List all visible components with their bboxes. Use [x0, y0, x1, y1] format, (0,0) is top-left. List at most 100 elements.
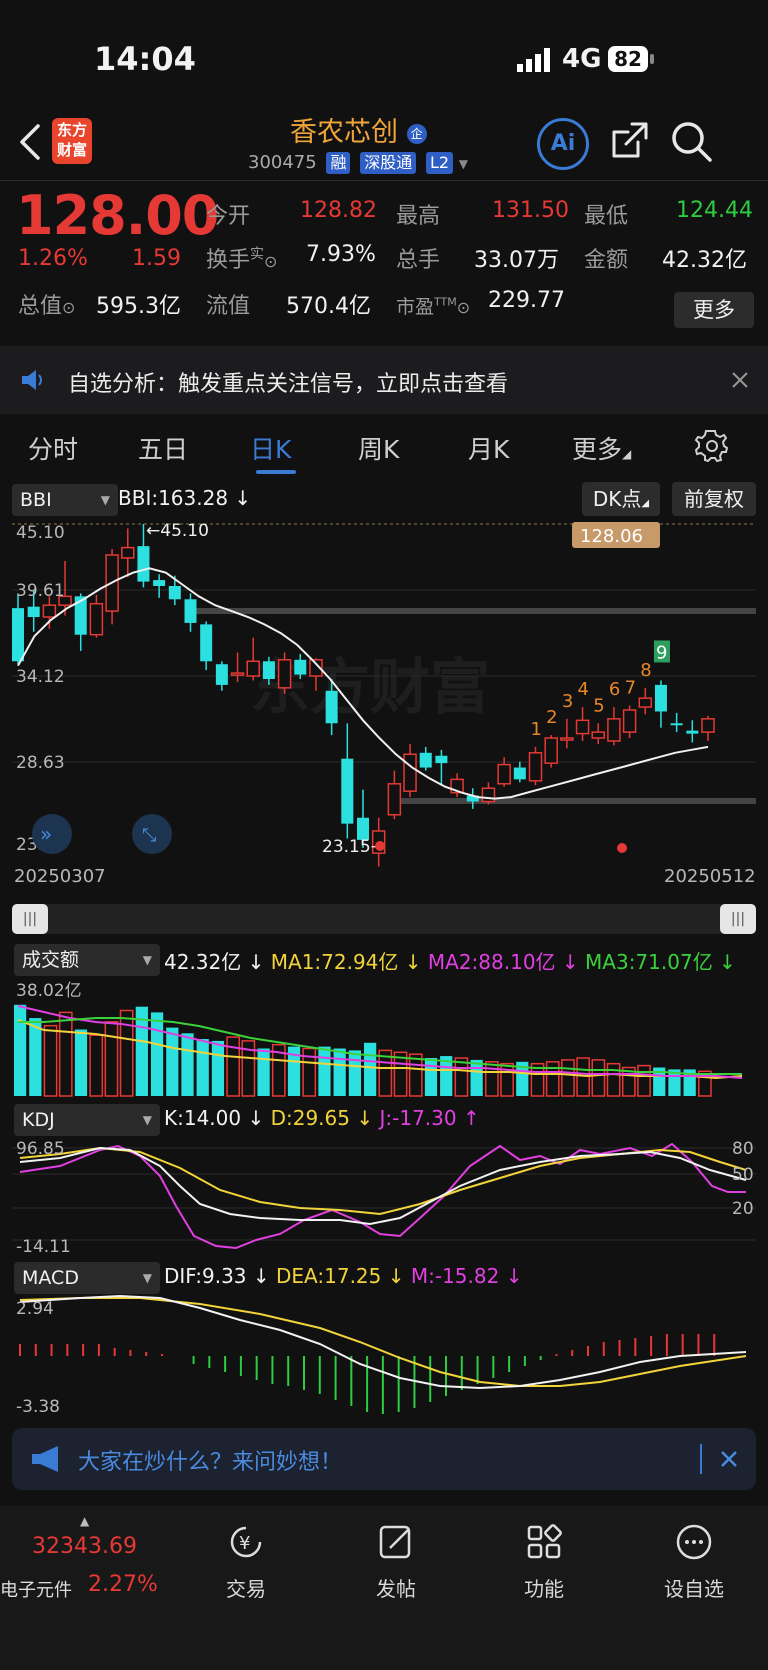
- tab-daily-k[interactable]: 日K: [250, 430, 291, 466]
- more-button[interactable]: 更多: [674, 292, 754, 328]
- ai-button[interactable]: Ai: [537, 118, 589, 170]
- nine-turn-group: 123456 789: [531, 640, 670, 740]
- volume-bar: [14, 1004, 27, 1096]
- turnover-sup: 实: [250, 246, 265, 263]
- scroller-handle-right[interactable]: |||: [720, 904, 756, 934]
- info-icon[interactable]: ⊙: [457, 298, 470, 317]
- ask-banner-text: 大家在炒什么？来问妙想！: [78, 1450, 343, 1475]
- candle-body: [403, 753, 417, 792]
- volume-bar: [181, 1033, 194, 1096]
- settings-gear-icon[interactable]: [694, 428, 730, 464]
- kdj-chart[interactable]: 96.85 -14.11 80 50 20: [0, 1136, 768, 1256]
- amount-label: 金额: [584, 248, 629, 273]
- notice-bar[interactable]: 自选分析：触发重点关注信号，立即点击查看: [0, 346, 768, 414]
- range-scroller[interactable]: ||| |||: [12, 904, 756, 934]
- macd-indicator-select[interactable]: MACD ▼: [14, 1262, 160, 1294]
- close-icon[interactable]: [720, 1450, 738, 1468]
- nav-functions-label: 功能: [524, 1577, 564, 1601]
- high-value: 131.50: [492, 198, 569, 223]
- logo-line1: 东方: [56, 121, 87, 139]
- kdj-k: K:14.00: [164, 1106, 242, 1130]
- high-marker: ←45.10: [146, 521, 209, 541]
- candle-body: [89, 602, 104, 636]
- close-icon[interactable]: [730, 370, 750, 390]
- nav-functions[interactable]: 功能: [484, 1522, 604, 1602]
- nav-set-watchlist-label: 设自选: [664, 1577, 724, 1601]
- info-icon[interactable]: ⊙: [62, 298, 75, 317]
- volume-indicator-select[interactable]: 成交额 ▼: [14, 944, 160, 976]
- dk-point-label: DK点: [592, 487, 642, 511]
- ask-banner[interactable]: 大家在炒什么？来问妙想！: [12, 1428, 756, 1490]
- kdj-j: J:-17.30: [379, 1106, 457, 1130]
- dropdown-caret-icon: ▼: [142, 1113, 152, 1127]
- volume-bar: [454, 1057, 469, 1097]
- candle-body: [544, 737, 558, 764]
- total-cap-label: 总值⊙: [18, 288, 75, 320]
- date-end: 20250512: [664, 866, 756, 887]
- app-logo[interactable]: 东方 财富: [52, 118, 92, 164]
- volume-bar: [484, 1061, 499, 1097]
- candle-body: [638, 697, 653, 708]
- macd-chart[interactable]: 2.94 -3.38: [0, 1294, 768, 1416]
- tab-monthly-k[interactable]: 月K: [468, 430, 509, 466]
- macd-indicator-label: MACD: [22, 1267, 79, 1289]
- volume-bar: [104, 1021, 119, 1097]
- double-chevron-icon: »: [40, 822, 52, 846]
- main-indicator-select[interactable]: BBI ▼: [12, 484, 118, 516]
- nine-turn-label: 5: [593, 695, 604, 716]
- candle-body: [622, 709, 637, 733]
- stock-name: 香农芯创: [290, 117, 398, 148]
- volume-label: 总手: [396, 248, 441, 273]
- nine-turn-label: 3: [562, 691, 573, 712]
- tab-more[interactable]: 更多◢: [572, 430, 631, 466]
- candle-body: [497, 763, 511, 785]
- volume-value: 33.07万: [474, 248, 559, 273]
- nav-trade[interactable]: ¥ 交易: [186, 1522, 306, 1602]
- open-label: 今开: [206, 204, 251, 229]
- kdj-legend: K:14.00 ↓ D:29.65 ↓ J:-17.30 ↑: [164, 1106, 480, 1130]
- dropdown-caret-icon: ▼: [100, 493, 110, 507]
- tab-five-day[interactable]: 五日: [138, 430, 188, 466]
- more-dots-icon: [676, 1524, 712, 1560]
- share-icon[interactable]: [608, 120, 650, 162]
- stock-meta[interactable]: 300475 融 深股通 L2 ▼: [248, 152, 468, 174]
- nav-post[interactable]: 发帖: [336, 1522, 456, 1602]
- volume-top-label: 38.02亿: [16, 981, 82, 1001]
- nine-turn-label: 4: [578, 679, 589, 700]
- dk-point-button[interactable]: DK点◢: [582, 482, 660, 516]
- stock-title[interactable]: 香农芯创 企: [290, 110, 427, 149]
- volume-bar: [591, 1059, 606, 1097]
- nav-set-watchlist[interactable]: 设自选: [634, 1522, 754, 1602]
- candle-body: [215, 664, 228, 685]
- scroller-handle-left[interactable]: |||: [12, 904, 48, 934]
- tab-weekly-k[interactable]: 周K: [358, 430, 399, 466]
- search-icon[interactable]: [670, 120, 714, 164]
- pe-label: 市盈TTM⊙: [396, 292, 470, 319]
- volume-bar: [257, 1048, 270, 1096]
- tab-more-label: 更多: [572, 435, 623, 464]
- kdj-tick-50: 50: [732, 1165, 754, 1185]
- candle-body: [230, 672, 245, 676]
- volume-value: 42.32亿: [164, 950, 242, 974]
- volume-chart[interactable]: 38.02亿: [0, 976, 768, 1098]
- bbi-value: BBI:163.28: [118, 486, 229, 510]
- adjust-button[interactable]: 前复权: [672, 482, 756, 516]
- candle-body: [262, 661, 275, 679]
- volume-legend: 42.32亿 ↓ MA1:72.94亿 ↓ MA2:88.10亿 ↓ MA3:7…: [164, 950, 736, 974]
- candle-body: [670, 723, 683, 726]
- kline-chart[interactable]: 东方财富 123456789 45.10 39.61 34.12 28.63 2…: [0, 516, 768, 876]
- nav-trade-label: 交易: [226, 1577, 266, 1601]
- volume-bar: [89, 1034, 104, 1097]
- pe-label-text: 市盈: [396, 296, 435, 318]
- expand-arrows-icon: ⤡: [142, 825, 156, 846]
- status-bar: 14:04 4G 82: [0, 0, 768, 110]
- macd-legend: DIF:9.33 ↓ DEA:17.25 ↓ M:-15.82 ↓: [164, 1264, 523, 1288]
- nine-turn-label: 9: [656, 642, 667, 663]
- info-icon[interactable]: ⊙: [264, 252, 277, 271]
- tab-intraday[interactable]: 分时: [28, 430, 78, 466]
- kdj-indicator-select[interactable]: KDJ ▼: [14, 1104, 160, 1136]
- pe-sup: TTM: [434, 295, 457, 309]
- back-icon[interactable]: [16, 122, 42, 162]
- sector-index[interactable]: ▲ 32343.69 电子元件 2.27%: [0, 1514, 180, 1614]
- main-indicator-label: BBI: [20, 489, 52, 511]
